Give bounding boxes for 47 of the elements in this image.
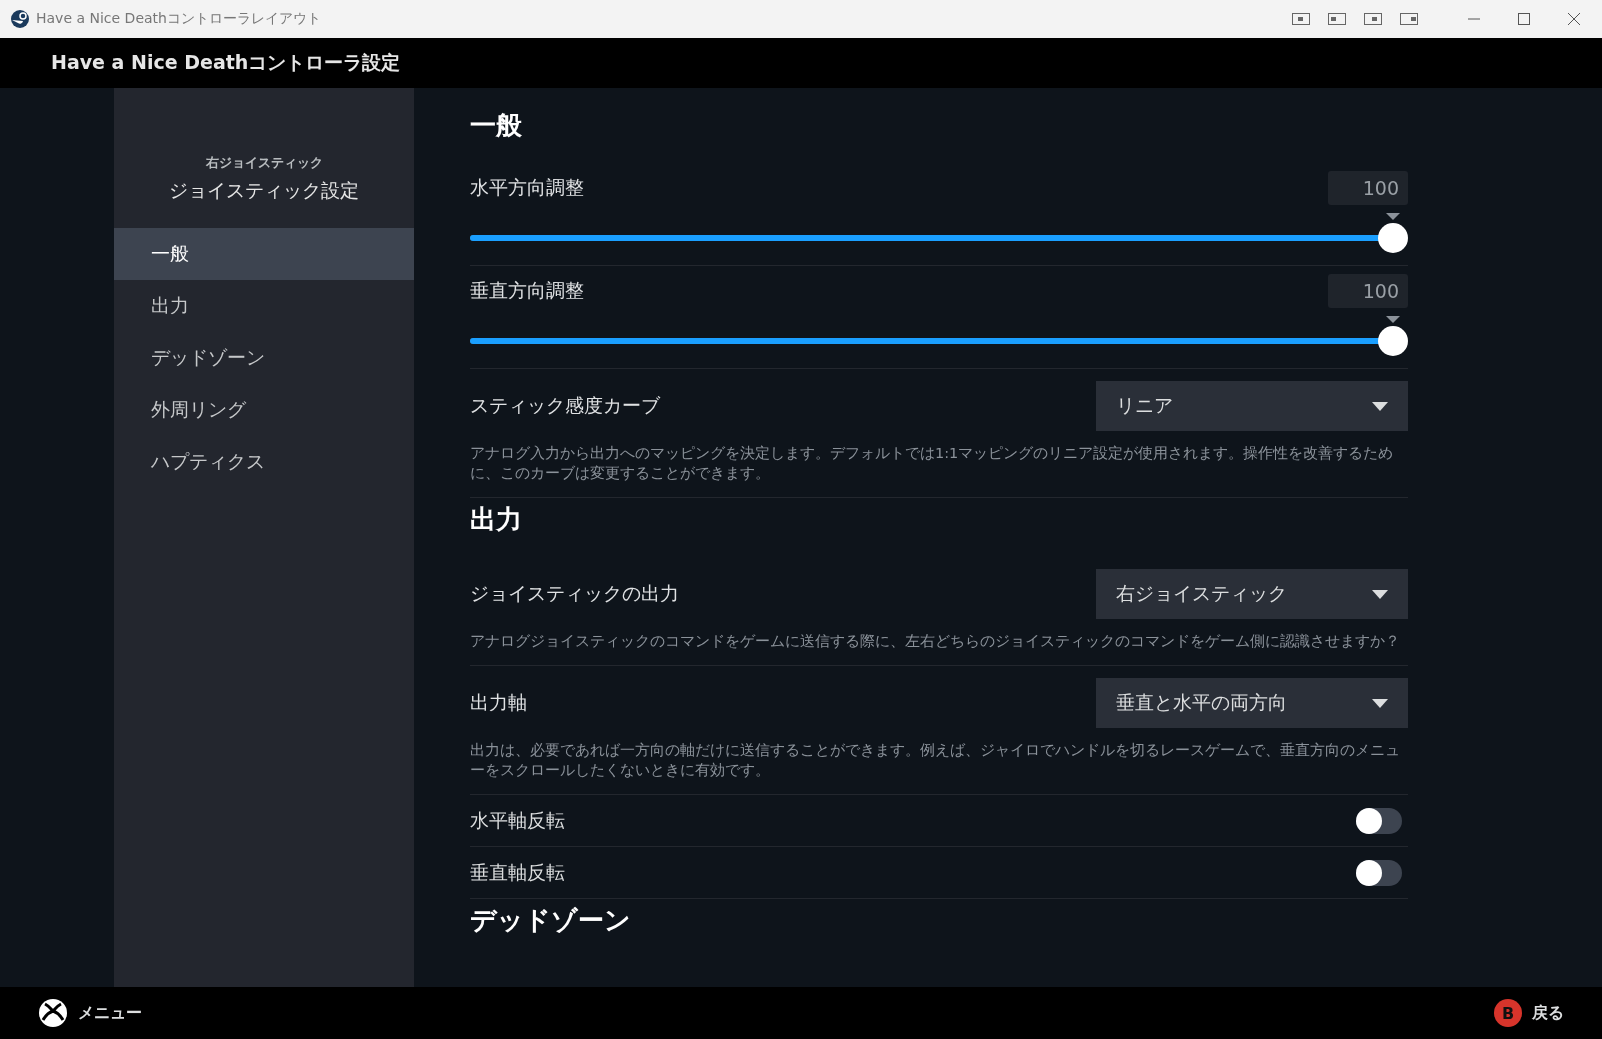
window-title: Have a Nice Deathコントローラレイアウト bbox=[36, 10, 322, 28]
setting-description: アナログ入力から出力へのマッピングを決定します。デフォルトでは1:1マッピングのリニア設定が使用されます。操作性を改善するために、このカーブは変更することができます。 bbox=[470, 444, 1395, 483]
setting-label: スティック感度カーブ bbox=[470, 393, 660, 418]
caret-icon bbox=[1372, 401, 1388, 411]
app-logo-icon bbox=[10, 9, 30, 29]
toggle-switch[interactable] bbox=[1356, 859, 1402, 886]
value-field[interactable]: 100 bbox=[1328, 171, 1408, 205]
sidebar-item[interactable]: 外周リング bbox=[114, 384, 414, 436]
slider-thumb[interactable] bbox=[1378, 223, 1408, 253]
back-label[interactable]: 戻る bbox=[1532, 1002, 1564, 1024]
sidebar-item[interactable]: 出力 bbox=[114, 280, 414, 332]
setting-label: 出力軸 bbox=[470, 690, 527, 715]
dropdown[interactable]: 右ジョイスティック bbox=[1096, 569, 1408, 619]
maximize-icon[interactable] bbox=[1516, 11, 1532, 27]
setting-description: 出力は、必要であれば一方向の軸だけに送信することができます。例えば、ジャイロでハンドルを切るレースゲームで、垂直方向のメニューをスクロールしたくないときに有効です。 bbox=[470, 741, 1401, 780]
value-field[interactable]: 100 bbox=[1328, 274, 1408, 308]
slider[interactable] bbox=[470, 314, 1408, 356]
setting-label: ジョイスティックの出力 bbox=[470, 581, 679, 606]
section-heading: 一般 bbox=[470, 109, 523, 142]
menu-label[interactable]: メニュー bbox=[78, 1002, 142, 1024]
slider-thumb[interactable] bbox=[1378, 326, 1408, 356]
sidebar-item[interactable]: ハプティクス bbox=[114, 436, 414, 488]
dropdown[interactable]: 垂直と水平の両方向 bbox=[1096, 678, 1408, 728]
caret-icon bbox=[1372, 589, 1388, 599]
dropdown[interactable]: リニア bbox=[1096, 381, 1408, 431]
left-layout-icon[interactable] bbox=[1328, 13, 1346, 25]
sidebar-item[interactable]: デッドゾーン bbox=[114, 332, 414, 384]
sidebar-title: ジョイスティック設定 bbox=[169, 178, 359, 203]
setting-label: 水平軸反転 bbox=[470, 807, 565, 833]
controller-logo-icon bbox=[38, 998, 68, 1028]
section-heading: デッドゾーン bbox=[470, 904, 632, 937]
screen-icon[interactable] bbox=[1292, 13, 1310, 25]
right-layout-icon[interactable] bbox=[1364, 13, 1382, 25]
setting-label: 水平方向調整 bbox=[470, 175, 584, 200]
caret-icon bbox=[1372, 698, 1388, 708]
sidebar-item[interactable]: 一般 bbox=[114, 228, 414, 280]
toggle-switch[interactable] bbox=[1356, 807, 1402, 834]
setting-label: 垂直方向調整 bbox=[470, 278, 584, 303]
section-heading: 出力 bbox=[470, 503, 523, 536]
slider[interactable] bbox=[470, 211, 1408, 253]
sidebar-subtitle: 右ジョイスティック bbox=[205, 154, 323, 172]
side-panel-icon[interactable] bbox=[1400, 13, 1418, 25]
setting-description: アナログジョイスティックのコマンドをゲームに送信する際に、左右どちらのジョイスティックのコマンドをゲーム側に認識させますか？ bbox=[470, 632, 1401, 651]
setting-label: 垂直軸反転 bbox=[470, 859, 565, 885]
page-title: Have a Nice Deathコントローラ設定 bbox=[51, 50, 401, 75]
b-button-badge: B bbox=[1494, 999, 1522, 1027]
close-icon[interactable] bbox=[1566, 11, 1582, 27]
